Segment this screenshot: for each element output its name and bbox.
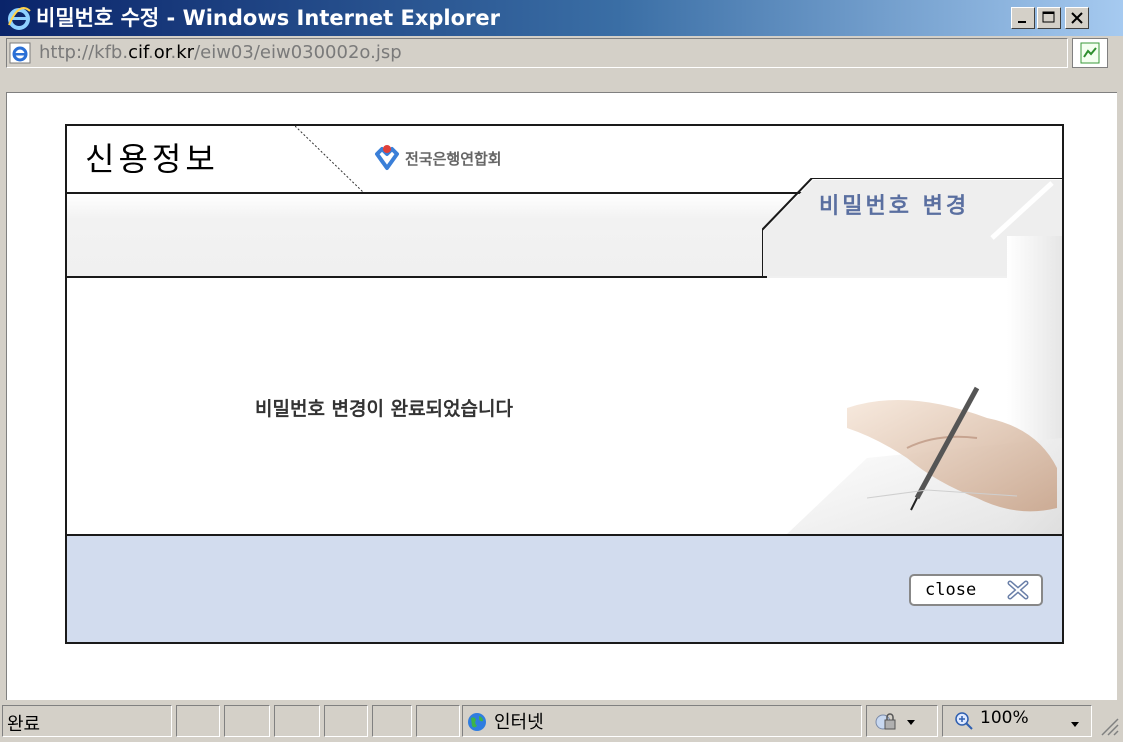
brand-title: 신용정보	[85, 140, 219, 178]
minimize-button[interactable]	[1011, 7, 1035, 29]
close-button-label: close	[925, 580, 977, 600]
security-zone-label: 인터넷	[494, 712, 544, 733]
status-pane-2	[224, 705, 270, 737]
status-pane-1	[176, 705, 220, 737]
go-button[interactable]	[1072, 38, 1108, 68]
zoom-level: 100%	[980, 708, 1029, 728]
zoom-dropdown-icon[interactable]	[1068, 720, 1082, 730]
url-host-c: kr	[176, 42, 195, 63]
title-bar[interactable]: 비밀번호 수정 - Windows Internet Explorer	[0, 0, 1123, 36]
url-host-b: or	[153, 42, 171, 63]
address-field[interactable]: http://kfb.cif.or.kr/eiw03/eiw030002o.js…	[6, 38, 1068, 68]
header-divider	[295, 126, 364, 192]
ie-logo-icon	[8, 7, 31, 30]
url-path: /eiw03/eiw030002o.jsp	[194, 42, 402, 63]
zoom-icon	[955, 712, 973, 730]
status-pane-3	[274, 705, 320, 737]
maximize-icon	[1042, 11, 1055, 23]
window-title: 비밀번호 수정 - Windows Internet Explorer	[36, 6, 500, 30]
status-text: 완료	[7, 714, 41, 735]
hand-with-pen-illustration	[787, 386, 1062, 534]
url-text: http://kfb.cif.or.kr/eiw03/eiw030002o.js…	[39, 41, 402, 65]
section-tab-label: 비밀번호 변경	[819, 193, 970, 219]
globe-icon	[468, 713, 486, 731]
panel-footer: close	[67, 534, 1062, 642]
close-x-icon	[1007, 580, 1029, 600]
org-name: 전국은행연합회	[405, 150, 502, 168]
status-pane-5	[372, 705, 412, 737]
status-bar: 완료 인터넷 100%	[0, 703, 1123, 742]
bank-federation-logo-icon	[375, 145, 399, 170]
url-host-a: cif	[128, 42, 148, 63]
minimize-icon	[1018, 21, 1026, 23]
go-icon	[1080, 42, 1100, 64]
resize-grip-icon[interactable]	[1096, 713, 1120, 737]
password-change-panel: 신용정보 전국은행연합회 비밀번호 변경 비밀번호 변경이 완료되었습니다 cl…	[65, 124, 1064, 644]
completion-message: 비밀번호 변경이 완료되었습니다	[255, 398, 513, 420]
close-icon	[1071, 12, 1083, 24]
maximize-button[interactable]	[1037, 7, 1061, 29]
status-pane-6	[416, 705, 460, 737]
status-text-pane: 완료	[2, 705, 172, 737]
close-window-button[interactable]	[1065, 7, 1089, 29]
status-pane-4	[324, 705, 368, 737]
url-prefix: http://kfb.	[39, 42, 129, 63]
close-button[interactable]: close	[909, 574, 1043, 606]
protected-mode-pane[interactable]	[866, 705, 938, 737]
lock-icon	[875, 713, 915, 730]
address-bar: http://kfb.cif.or.kr/eiw03/eiw030002o.js…	[0, 36, 1123, 92]
browser-window: 비밀번호 수정 - Windows Internet Explorer http…	[0, 0, 1123, 742]
page-viewport: 신용정보 전국은행연합회 비밀번호 변경 비밀번호 변경이 완료되었습니다 cl…	[6, 92, 1117, 700]
ie-page-icon	[9, 42, 31, 64]
